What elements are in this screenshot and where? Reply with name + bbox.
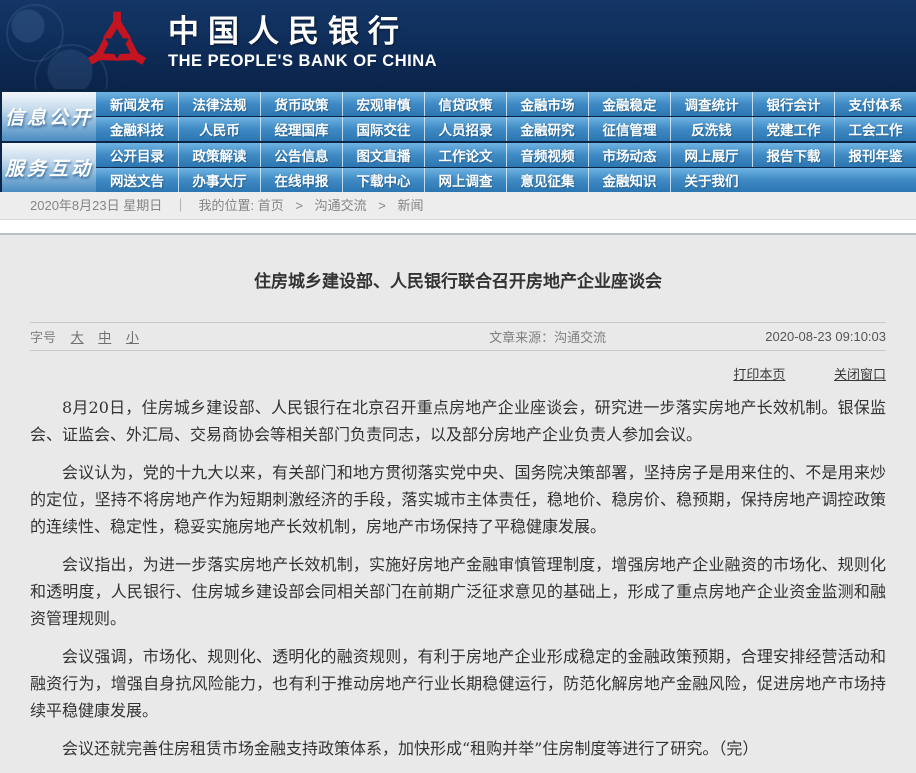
article-body: 8月20日，住房城乡建设部、人民银行在北京召开重点房地产企业座谈会，研究进一步落… [30, 394, 886, 762]
nav-item[interactable]: 工会工作 [834, 117, 916, 141]
nav-section-rows: 新闻发布法律法规货币政策宏观审慎信贷政策金融市场金融稳定调查统计银行会计支付体系… [96, 92, 916, 141]
nav-section-labels: 信息公开 服务互动 [0, 92, 96, 192]
nav-item[interactable]: 在线申报 [260, 168, 342, 192]
nav-item[interactable]: 政策解读 [178, 143, 260, 167]
breadcrumb-news-link[interactable]: 新闻 [397, 198, 423, 213]
nav-item[interactable]: 网上展厅 [670, 143, 752, 167]
pboc-webpage: 中国人民银行 THE PEOPLE'S BANK OF CHINA 信息公开 服… [0, 0, 916, 708]
nav-item[interactable]: 办事大厅 [178, 168, 260, 192]
breadcrumb-home-link[interactable]: 首页 [258, 198, 284, 213]
nav-section-services[interactable]: 服务互动 [2, 143, 96, 192]
article-paragraph: 会议还就完善住房租赁市场金融支持政策体系，加快形成“租购并举”住房制度等进行了研… [30, 735, 886, 762]
nav-item[interactable]: 报刊年鉴 [834, 143, 916, 167]
font-size-large-link[interactable]: 大 [71, 330, 84, 345]
nav-item[interactable]: 金融科技 [96, 117, 178, 141]
nav-section-info-disclosure[interactable]: 信息公开 [2, 92, 96, 141]
nav-item[interactable]: 音频视频 [506, 143, 588, 167]
article-datetime: 2020-08-23 09:10:03 [765, 329, 886, 344]
breadcrumb-pipe: ｜ [174, 198, 187, 213]
nav-item[interactable]: 货币政策 [260, 92, 342, 116]
breadcrumb-section-link[interactable]: 沟通交流 [315, 198, 367, 213]
article-paragraph: 会议认为，党的十九大以来，有关部门和地方贯彻落实党中央、国务院决策部署，坚持房子… [30, 459, 886, 540]
nav-item[interactable]: 公开目录 [96, 143, 178, 167]
nav-item[interactable]: 法律法规 [178, 92, 260, 116]
nav-item[interactable]: 工作论文 [424, 143, 506, 167]
site-header: 中国人民银行 THE PEOPLE'S BANK OF CHINA [0, 0, 916, 89]
location-prefix: 我的位置: [199, 198, 255, 213]
article-paragraph: 会议指出，为进一步落实房地产长效机制，实施好房地产金融审慎管理制度，增强房地产企… [30, 551, 886, 632]
nav-item[interactable]: 关于我们 [670, 168, 752, 192]
nav-item[interactable]: 人民币 [178, 117, 260, 141]
nav-item[interactable]: 报告下载 [752, 143, 834, 167]
article-meta-row: 字号 大 中 小 文章来源：沟通交流 2020-08-23 09:10:03 [30, 322, 886, 351]
nav-item[interactable]: 人员招录 [424, 117, 506, 141]
article-paragraph: 8月20日，住房城乡建设部、人民银行在北京召开重点房地产企业座谈会，研究进一步落… [30, 394, 886, 448]
breadcrumb-arrow-icon: > [378, 198, 386, 213]
main-nav: 信息公开 服务互动 新闻发布法律法规货币政策宏观审慎信贷政策金融市场金融稳定调查… [0, 89, 916, 192]
breadcrumb: 2020年8月23日 星期日 ｜ 我的位置: 首页 > 沟通交流 > 新闻 [0, 192, 916, 220]
font-size-small-link[interactable]: 小 [126, 330, 139, 345]
nav-item[interactable]: 宏观审慎 [342, 92, 424, 116]
print-page-link[interactable]: 打印本页 [733, 367, 785, 382]
nav-section-rows: 公开目录政策解读公告信息图文直播工作论文音频视频市场动态网上展厅报告下载报刊年鉴… [96, 143, 916, 192]
article-title: 住房城乡建设部、人民银行联合召开房地产企业座谈会 [30, 267, 886, 292]
bank-name-en: THE PEOPLE'S BANK OF CHINA [168, 50, 437, 72]
nav-item[interactable]: 经理国库 [260, 117, 342, 141]
nav-item[interactable]: 新闻发布 [96, 92, 178, 116]
nav-item-empty [752, 168, 834, 192]
nav-item[interactable]: 支付体系 [834, 92, 916, 116]
separator-band [0, 220, 916, 235]
breadcrumb-arrow-icon: > [295, 198, 303, 213]
nav-item[interactable]: 党建工作 [752, 117, 834, 141]
nav-item[interactable]: 网送文告 [96, 168, 178, 192]
logo-block: 中国人民银行 THE PEOPLE'S BANK OF CHINA [84, 9, 437, 77]
pboc-emblem-icon[interactable] [84, 9, 150, 77]
article-paragraph: 会议强调，市场化、规则化、透明化的融资规则，有利于房地产企业形成稳定的金融政策预… [30, 643, 886, 724]
nav-item[interactable]: 反洗钱 [670, 117, 752, 141]
source-value: 沟通交流 [554, 330, 606, 345]
font-size-control: 字号 大 中 小 [30, 327, 330, 346]
nav-item[interactable]: 国际交往 [342, 117, 424, 141]
nav-item[interactable]: 图文直播 [342, 143, 424, 167]
nav-menu-grid: 新闻发布法律法规货币政策宏观审慎信贷政策金融市场金融稳定调查统计银行会计支付体系… [96, 92, 916, 192]
nav-item[interactable]: 金融市场 [506, 92, 588, 116]
nav-item[interactable]: 下载中心 [342, 168, 424, 192]
nav-item[interactable]: 公告信息 [260, 143, 342, 167]
logo-text: 中国人民银行 THE PEOPLE'S BANK OF CHINA [168, 14, 437, 72]
nav-item[interactable]: 信贷政策 [424, 92, 506, 116]
nav-item[interactable]: 市场动态 [588, 143, 670, 167]
nav-item[interactable]: 金融知识 [588, 168, 670, 192]
article-actions: 打印本页 关闭窗口 [30, 364, 886, 383]
nav-item-empty [834, 168, 916, 192]
font-size-label: 字号 [30, 330, 56, 345]
nav-item[interactable]: 调查统计 [670, 92, 752, 116]
nav-item[interactable]: 意见征集 [506, 168, 588, 192]
article-content: 住房城乡建设部、人民银行联合召开房地产企业座谈会 字号 大 中 小 文章来源：沟… [0, 235, 916, 773]
nav-item[interactable]: 金融稳定 [588, 92, 670, 116]
current-date: 2020年8月23日 星期日 [30, 198, 162, 213]
font-size-medium-link[interactable]: 中 [98, 330, 111, 345]
nav-item[interactable]: 银行会计 [752, 92, 834, 116]
source-label: 文章来源： [489, 330, 554, 345]
nav-item[interactable]: 金融研究 [506, 117, 588, 141]
close-window-link[interactable]: 关闭窗口 [834, 367, 886, 382]
article-source: 文章来源：沟通交流 [330, 327, 765, 346]
bank-name-cn: 中国人民银行 [168, 14, 437, 50]
nav-item[interactable]: 网上调查 [424, 168, 506, 192]
nav-item[interactable]: 征信管理 [588, 117, 670, 141]
